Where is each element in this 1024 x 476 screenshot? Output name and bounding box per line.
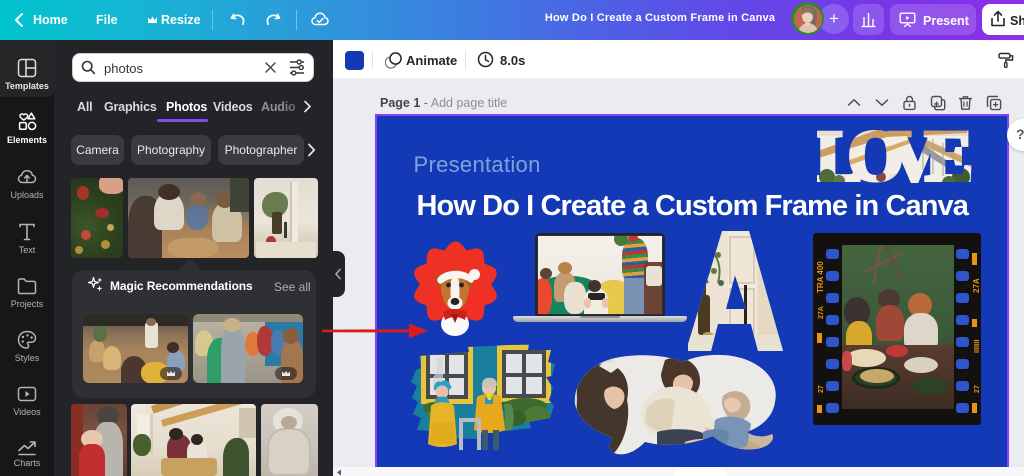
svg-text:27: 27 — [818, 385, 825, 393]
svg-text:27: 27 — [974, 385, 981, 393]
svg-text:TRA 400: TRA 400 — [816, 260, 825, 292]
svg-text:27A: 27A — [818, 306, 825, 319]
svg-text:27A: 27A — [972, 278, 981, 293]
svg-text:IIIIIII: IIIIIII — [974, 339, 981, 353]
